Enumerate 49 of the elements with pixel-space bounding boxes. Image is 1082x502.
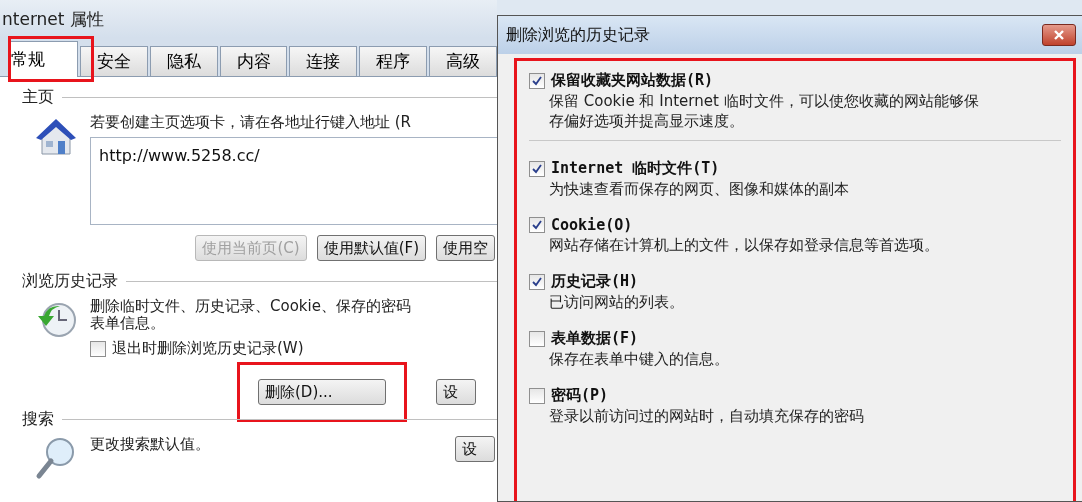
- option-label: Cookie(O): [551, 216, 633, 234]
- close-icon: [1053, 29, 1065, 41]
- close-button[interactable]: [1042, 24, 1076, 46]
- check-icon: [531, 275, 543, 288]
- section-heading: 主页: [22, 87, 54, 108]
- checkbox[interactable]: [529, 387, 545, 404]
- history-description: 删除临时文件、历史记录、Cookie、保存的密码: [90, 298, 412, 315]
- history-description: 表单信息。: [90, 315, 166, 332]
- option-description: 保存在表单中键入的信息。: [548, 350, 730, 368]
- checkbox-label: 退出时删除浏览历史记录(W): [112, 340, 304, 357]
- check-icon: [531, 162, 543, 175]
- checkbox[interactable]: [529, 330, 545, 347]
- option-description: 登录以前访问过的网站时，自动填充保存的密码: [548, 407, 865, 425]
- checkbox[interactable]: [90, 340, 106, 357]
- option-label: 表单数据(F): [551, 329, 639, 348]
- tab[interactable]: 安全: [79, 46, 148, 76]
- url-field[interactable]: http://www.5258.cc/: [90, 137, 497, 225]
- checkbox[interactable]: [529, 273, 545, 290]
- window-title: nternet 属性: [2, 7, 104, 31]
- tab[interactable]: 内容: [219, 46, 288, 76]
- settings-button[interactable]: 设: [436, 379, 476, 405]
- option-description: 存偏好选项并提高显示速度。: [548, 112, 745, 130]
- delete-button[interactable]: 删除(D)...: [258, 379, 386, 405]
- page-button[interactable]: 使用空: [436, 235, 495, 261]
- page-button[interactable]: 使用默认值(F): [316, 235, 426, 261]
- section-heading: 搜索: [22, 409, 54, 430]
- option-description: 为快速查看而保存的网页、图像和媒体的副本: [548, 180, 850, 198]
- option-description: 已访问网站的列表。: [548, 293, 685, 311]
- option-label: 历史记录(H): [551, 272, 639, 291]
- checkbox[interactable]: [529, 72, 545, 89]
- search-description: 更改搜索默认值。: [90, 436, 211, 453]
- section-heading: 浏览历史记录: [22, 271, 118, 292]
- option-label: 密码(P): [551, 386, 609, 405]
- check-icon: [531, 219, 543, 231]
- tab[interactable]: 隐私: [149, 46, 218, 76]
- hint-text: 若要创建主页选项卡，请在各地址行键入地址 (R: [90, 114, 413, 131]
- check-icon: [531, 74, 543, 87]
- dialog-title: 删除浏览的历史记录: [506, 24, 650, 46]
- option-label: 保留收藏夹网站数据(R): [551, 71, 714, 90]
- tab[interactable]: 程序: [359, 46, 428, 76]
- checkbox[interactable]: [529, 217, 545, 233]
- tab[interactable]: 高级: [429, 46, 497, 76]
- option-label: Internet 临时文件(T): [551, 159, 720, 178]
- option-description: 网站存储在计算机上的文件，以保存如登录信息等首选项。: [548, 236, 940, 254]
- checkbox[interactable]: [529, 160, 545, 177]
- tab[interactable]: 常规: [8, 41, 78, 77]
- tab[interactable]: 连接: [289, 46, 358, 76]
- option-description: 保留 Cookie 和 Internet 临时文件，可以使您收藏的网站能够保: [548, 92, 980, 110]
- settings-button[interactable]: 设: [455, 436, 495, 462]
